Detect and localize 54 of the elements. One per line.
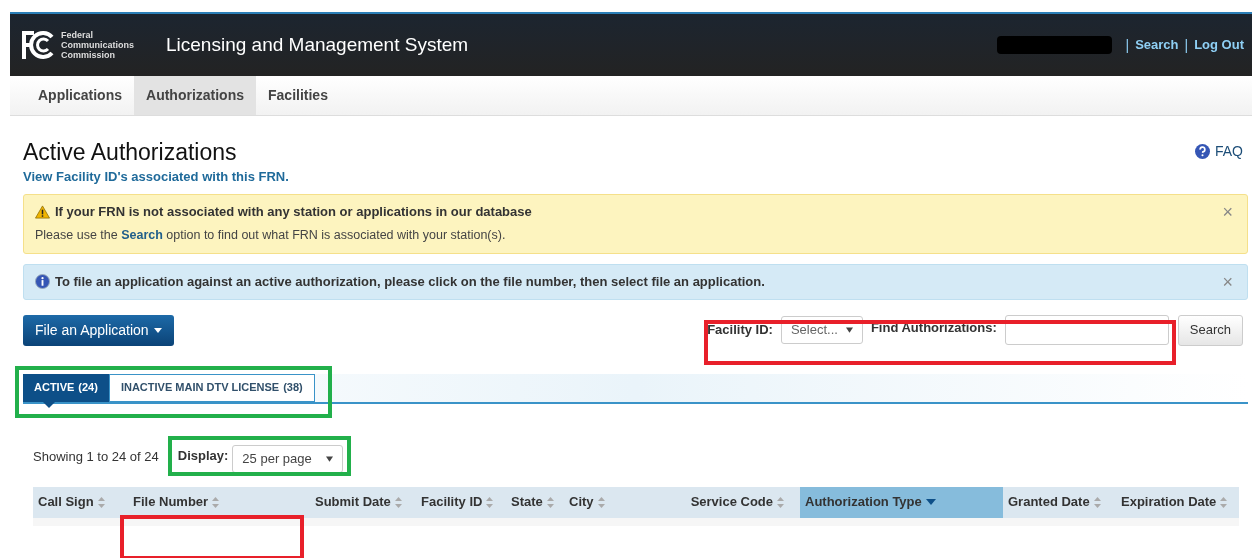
sort-icon [394, 496, 402, 508]
header-link[interactable]: Search [1135, 35, 1179, 55]
alert-text: Please use the Search option to find out what FRN is associated with your station(s). [35, 226, 507, 244]
warning-icon [35, 205, 50, 220]
sort-icon [97, 496, 105, 508]
column-header[interactable]: Call Sign [33, 486, 128, 518]
alert-title: If your FRN is not associated with any station or applications in our database [55, 203, 532, 222]
caret-icon [153, 327, 162, 333]
column-header[interactable]: File Number [128, 486, 310, 518]
page-size-select[interactable]: 25 per page [232, 444, 344, 473]
showing-text: Showing 1 to 24 of 24 [33, 447, 159, 466]
faq-link[interactable]: FAQ [1195, 141, 1243, 162]
sort-icon [777, 496, 784, 508]
file-application-button[interactable]: File an Application [23, 314, 174, 346]
column-header[interactable]: City [564, 486, 688, 518]
facility-select[interactable]: Select... [780, 316, 863, 344]
app-title: Licensing and Management System [166, 32, 469, 57]
dropdown-icon [326, 455, 334, 462]
logo-text: Communications [61, 40, 134, 50]
sort-icon [1220, 496, 1228, 508]
info-icon [35, 274, 50, 289]
column-header[interactable]: Service Code [688, 486, 800, 518]
nav-tab[interactable]: Authorizations [134, 76, 256, 115]
column-header[interactable]: Authorization Type [800, 486, 1003, 518]
field-label: Display: [177, 446, 229, 465]
header-link[interactable]: Log Out [1194, 35, 1244, 55]
sort-icon [486, 496, 494, 508]
page-title: Active Authorizations [23, 138, 237, 166]
sort-icon [597, 496, 605, 508]
search-button[interactable]: Search [1177, 314, 1243, 346]
fcc-logo-icon [22, 29, 56, 61]
sort-icon [1093, 496, 1101, 508]
nav-tab[interactable]: Applications [26, 76, 134, 115]
sort-descending-icon [925, 499, 936, 505]
column-header[interactable]: Facility ID [416, 486, 506, 518]
separator: | [1125, 35, 1130, 55]
nav-tab[interactable]: Facilities [256, 76, 340, 115]
help-icon [1195, 144, 1210, 159]
sort-icon [212, 496, 220, 508]
filter-tab[interactable]: INACTIVE MAIN DTV LICENSE (38) [108, 373, 315, 402]
logo-text: Federal [61, 30, 94, 40]
alert-text: To file an application against an active authorization, please click on the file number, then select file an application. [55, 272, 765, 291]
dropdown-icon [845, 327, 853, 333]
column-header[interactable]: Granted Date [1003, 486, 1116, 518]
search-field[interactable] [1004, 315, 1169, 345]
column-header[interactable]: State [506, 486, 564, 518]
column-header[interactable]: Expiration Date [1116, 486, 1239, 518]
logo-text: Commission [61, 50, 116, 60]
tab-pointer-icon [43, 401, 55, 408]
separator: | [1184, 35, 1189, 55]
facility-link[interactable]: View Facility ID's associated with this FRN. [23, 167, 1248, 187]
field-label: Facility ID: [707, 321, 773, 340]
sort-icon [546, 496, 554, 508]
column-header[interactable]: Submit Date [310, 486, 416, 518]
